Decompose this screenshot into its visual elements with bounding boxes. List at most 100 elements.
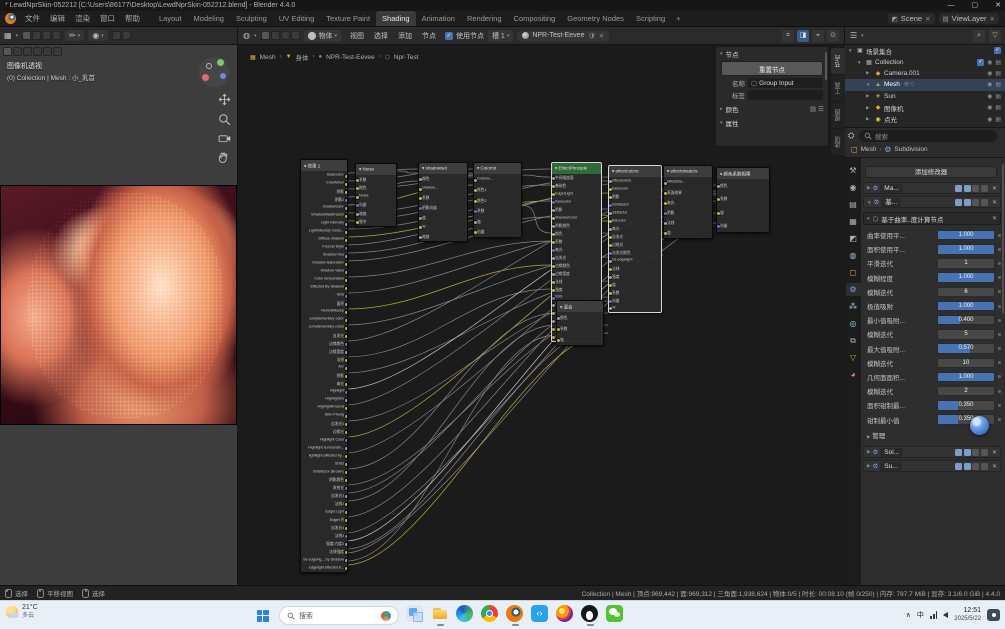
workspace-tab-Scripting[interactable]: Scripting [630, 11, 671, 26]
close-button[interactable]: ✕ [995, 0, 1001, 11]
node-name-field[interactable]: ▢ Group Input [748, 78, 823, 88]
outliner-editor-icon[interactable]: ☰ [850, 31, 857, 40]
node-socket-row[interactable]: Ss edgelight [609, 256, 661, 264]
outliner-item-label[interactable]: Mesh [884, 81, 900, 88]
node-socket-row[interactable]: Shadow Saturation [301, 259, 347, 267]
outliner-row-Collection[interactable]: ▼▦Collection✓◉▤ [845, 56, 1005, 67]
workspace-tab-Modeling[interactable]: Modeling [188, 11, 230, 26]
node-socket-row[interactable]: SSS2 [301, 460, 347, 468]
param-value-slider[interactable]: 1.000 [937, 272, 995, 283]
volume-icon[interactable] [943, 612, 948, 618]
overlays-icon[interactable]: ◨ [797, 30, 809, 42]
param-value-slider[interactable]: 1.000 [937, 230, 995, 241]
workspace-tab-Rendering[interactable]: Rendering [461, 11, 508, 26]
edge-icon[interactable] [456, 605, 473, 622]
modifier-display-toggle[interactable] [955, 449, 962, 456]
modifier-display-toggle[interactable] [955, 185, 962, 192]
node-socket-row[interactable]: 表面效果 [664, 187, 712, 197]
param-value-slider[interactable]: 1.000 [937, 372, 995, 383]
attributes-section-header[interactable]: 属性 [726, 118, 739, 128]
node-socket-row[interactable]: 颜色 [717, 179, 769, 192]
use-nodes-checkbox[interactable]: ✓ 使用节点 [445, 31, 484, 41]
node-group-selector[interactable]: ▾ ⬡ 基于曲率..度计算节点 ✕ [863, 212, 1001, 225]
node-socket-row[interactable]: basecolor [609, 185, 661, 193]
param-value-slider[interactable]: 0.350 [937, 400, 995, 411]
viewport-toolbar[interactable] [3, 47, 62, 56]
unlink-node-group-icon[interactable]: ✕ [992, 215, 997, 222]
node-socket-row[interactable]: lightlight affected by... [301, 452, 347, 460]
panel-section-node[interactable]: 节点 [726, 49, 739, 59]
node-socket-row[interactable]: ColorMixer [301, 179, 347, 187]
slot-dropdown[interactable]: 槽 1 ▾ [488, 30, 513, 42]
viewlayer-selector[interactable]: ▤ ViewLayer ✕ [939, 13, 1000, 24]
workspace-tab-Sculpting[interactable]: Sculpting [230, 11, 273, 26]
firefox-icon[interactable] [556, 605, 573, 622]
npanel-tab-视图[interactable]: 视图 [831, 102, 845, 128]
breadcrumb-modifier[interactable]: Subdivision [894, 146, 927, 153]
modifier-name[interactable]: Sol... [880, 448, 903, 457]
node-socket-row[interactable]: Shadow Value [301, 267, 347, 275]
node-socket-row[interactable]: basecolor [552, 198, 601, 206]
node-socket-row[interactable]: Color temperature [301, 275, 347, 283]
modifier-display-toggle[interactable] [955, 199, 962, 206]
node-socket-row[interactable]: 333factor [609, 209, 661, 217]
editor-menu-节点[interactable]: 节点 [417, 31, 441, 41]
node-socket-row[interactable]: 向量 [356, 201, 396, 210]
node-socket-row[interactable]: 值 [557, 334, 603, 345]
node-socket-row[interactable]: 发射光 [301, 484, 347, 492]
eye-toggle-icon[interactable]: ◉ [987, 116, 992, 123]
node-socket-row[interactable]: 自发光2 [301, 419, 347, 427]
scene-unlink-icon[interactable]: ✕ [925, 15, 930, 23]
manage-section[interactable]: ▶ 管理 [867, 430, 885, 440]
node-socket-row[interactable]: Basecolor [301, 171, 347, 179]
clock-widget[interactable]: 12:51 2025/5/22 [954, 607, 981, 624]
param-value-slider[interactable]: 5 [937, 329, 995, 340]
outliner-filter-icon[interactable]: ▽ [989, 30, 1001, 42]
node-socket-row[interactable]: 阴影 [301, 371, 347, 379]
node-socket-row[interactable]: 阴影 [301, 187, 347, 195]
eye-toggle-icon[interactable]: ◉ [987, 93, 992, 100]
outliner-item-label[interactable]: Camera.001 [884, 70, 920, 77]
workspace-tab-Compositing[interactable]: Compositing [508, 11, 562, 26]
modifier-Su...[interactable]: ▶⚙Su...✕ [863, 460, 1001, 472]
node-socket-row[interactable]: 高光 [301, 379, 347, 387]
qq-icon[interactable] [581, 605, 598, 622]
task-view-icon[interactable] [406, 605, 423, 622]
node-socket-row[interactable]: 自发光 [552, 253, 601, 261]
npanel-tab-节点[interactable]: 节点 [831, 48, 845, 74]
modifier-display-toggle[interactable] [972, 463, 979, 470]
navigation-gizmo[interactable] [199, 57, 229, 87]
expand-arrow-icon[interactable]: ▶ [866, 116, 872, 122]
camera-toggle-icon[interactable]: ▤ [995, 116, 1001, 123]
mode-toggle-group[interactable] [22, 31, 61, 40]
outliner-item-label[interactable]: Sun [884, 93, 896, 100]
node-socket-row[interactable]: Barcolor [609, 217, 661, 225]
node-socket-row[interactable]: edgelight effected b... [301, 564, 347, 572]
node-socket-row[interactable]: 颜色 [557, 312, 603, 323]
node-socket-row[interactable]: LightIntensity Occlu... [301, 227, 347, 235]
node-socket-row[interactable]: 法线 [664, 218, 712, 228]
node-socket-row[interactable]: 阴影2 [301, 195, 347, 203]
node-socket-row[interactable]: 自发光4 [301, 524, 347, 532]
node-socket-row[interactable]: complementary colo2 [301, 323, 347, 331]
modifier-display-toggle[interactable] [981, 449, 988, 456]
properties-tab-material[interactable]: ◕ [846, 368, 861, 381]
modifier-display-toggle[interactable] [972, 199, 979, 206]
workspace-tab-Animation[interactable]: Animation [416, 11, 461, 26]
node-socket-row[interactable]: Edget 光 [301, 516, 347, 524]
properties-search-field[interactable]: 搜索 [859, 130, 997, 142]
delete-modifier-icon[interactable]: ✕ [992, 199, 997, 206]
node-socket-row[interactable]: Edget Light [301, 508, 347, 516]
material-selector[interactable]: NPR-Test-Eevee 🛡 ✕ [517, 31, 609, 41]
pivot-icon[interactable]: ⌖ [812, 30, 824, 42]
options-icon[interactable]: ⊙ [827, 30, 839, 42]
node-socket-row[interactable]: W [419, 222, 467, 232]
outliner-row-场景集合[interactable]: ▼▣场景集合✓ [845, 45, 1005, 56]
camera-toggle-icon[interactable]: ▤ [995, 70, 1001, 77]
camera-view-icon[interactable] [218, 132, 231, 145]
expand-arrow-icon[interactable]: ▶ [866, 70, 872, 76]
editor-menu-选择[interactable]: 选择 [369, 31, 393, 41]
param-value-slider[interactable]: 6 [937, 287, 995, 298]
node-socket-row[interactable]: 系数 [419, 193, 467, 203]
node-socket-row[interactable]: 自发光3 [301, 492, 347, 500]
